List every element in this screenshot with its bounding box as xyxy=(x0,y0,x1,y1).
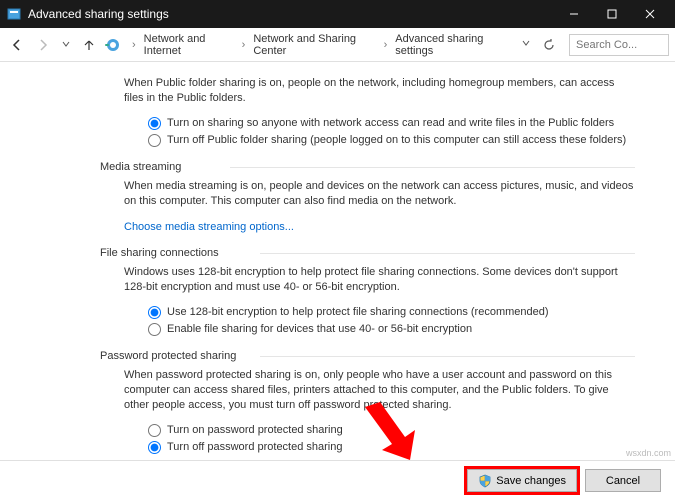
section-heading-media: Media streaming xyxy=(100,161,635,173)
address-dropdown[interactable] xyxy=(517,38,535,51)
breadcrumb: › Network and Internet › Network and Sha… xyxy=(126,31,513,59)
radio-input[interactable] xyxy=(148,134,161,147)
breadcrumb-network[interactable]: Network and Internet xyxy=(140,31,238,59)
window-title: Advanced sharing settings xyxy=(28,7,555,21)
chevron-right-icon: › xyxy=(382,39,390,51)
section-heading-filesharing: File sharing connections xyxy=(100,247,635,259)
breadcrumb-sharing-center[interactable]: Network and Sharing Center xyxy=(249,31,379,59)
breadcrumb-advanced-sharing[interactable]: Advanced sharing settings xyxy=(391,31,513,59)
media-streaming-link[interactable]: Choose media streaming options... xyxy=(124,221,294,233)
radio-input[interactable] xyxy=(148,306,161,319)
radio-password-off[interactable]: Turn off password protected sharing xyxy=(148,440,635,455)
minimize-button[interactable] xyxy=(555,0,593,28)
media-description: When media streaming is on, people and d… xyxy=(124,179,635,209)
radio-label: Turn on sharing so anyone with network a… xyxy=(167,116,614,131)
radio-label: Turn off Public folder sharing (people l… xyxy=(167,133,626,148)
radio-public-share-off[interactable]: Turn off Public folder sharing (people l… xyxy=(148,133,635,148)
public-folder-description: When Public folder sharing is on, people… xyxy=(124,76,635,106)
radio-label: Turn on password protected sharing xyxy=(167,423,343,438)
password-description: When password protected sharing is on, o… xyxy=(124,368,635,413)
navbar: › Network and Internet › Network and Sha… xyxy=(0,28,675,62)
radio-password-on[interactable]: Turn on password protected sharing xyxy=(148,423,635,438)
button-label: Save changes xyxy=(496,475,566,487)
forward-button[interactable] xyxy=(32,34,54,56)
footer-bar: Save changes Cancel xyxy=(0,460,675,500)
radio-input[interactable] xyxy=(148,424,161,437)
radio-input[interactable] xyxy=(148,323,161,336)
radio-encryption-4056[interactable]: Enable file sharing for devices that use… xyxy=(148,322,635,337)
radio-label: Enable file sharing for devices that use… xyxy=(167,322,472,337)
radio-public-share-on[interactable]: Turn on sharing so anyone with network a… xyxy=(148,116,635,131)
network-icon xyxy=(104,36,122,54)
save-changes-button[interactable]: Save changes xyxy=(467,469,577,492)
chevron-right-icon: › xyxy=(240,39,248,51)
password-radio-group: Turn on password protected sharing Turn … xyxy=(148,423,635,455)
back-button[interactable] xyxy=(6,34,28,56)
watermark: wsxdn.com xyxy=(626,448,671,458)
radio-input[interactable] xyxy=(148,117,161,130)
button-label: Cancel xyxy=(606,475,640,487)
radio-input[interactable] xyxy=(148,441,161,454)
radio-label: Turn off password protected sharing xyxy=(167,440,342,455)
history-dropdown[interactable] xyxy=(58,39,74,51)
uac-shield-icon xyxy=(478,474,492,488)
chevron-right-icon: › xyxy=(130,39,138,51)
close-button[interactable] xyxy=(631,0,669,28)
cancel-button[interactable]: Cancel xyxy=(585,469,661,492)
filesharing-description: Windows uses 128-bit encryption to help … xyxy=(124,265,635,295)
refresh-button[interactable] xyxy=(539,35,559,55)
maximize-button[interactable] xyxy=(593,0,631,28)
radio-label: Use 128-bit encryption to help protect f… xyxy=(167,305,549,320)
titlebar: Advanced sharing settings xyxy=(0,0,675,28)
section-heading-password: Password protected sharing xyxy=(100,350,635,362)
content-pane: When Public folder sharing is on, people… xyxy=(0,62,675,460)
control-panel-icon xyxy=(6,6,22,22)
radio-encryption-128[interactable]: Use 128-bit encryption to help protect f… xyxy=(148,305,635,320)
up-button[interactable] xyxy=(78,34,100,56)
search-input[interactable] xyxy=(569,34,669,56)
filesharing-radio-group: Use 128-bit encryption to help protect f… xyxy=(148,305,635,337)
public-folder-radio-group: Turn on sharing so anyone with network a… xyxy=(148,116,635,148)
